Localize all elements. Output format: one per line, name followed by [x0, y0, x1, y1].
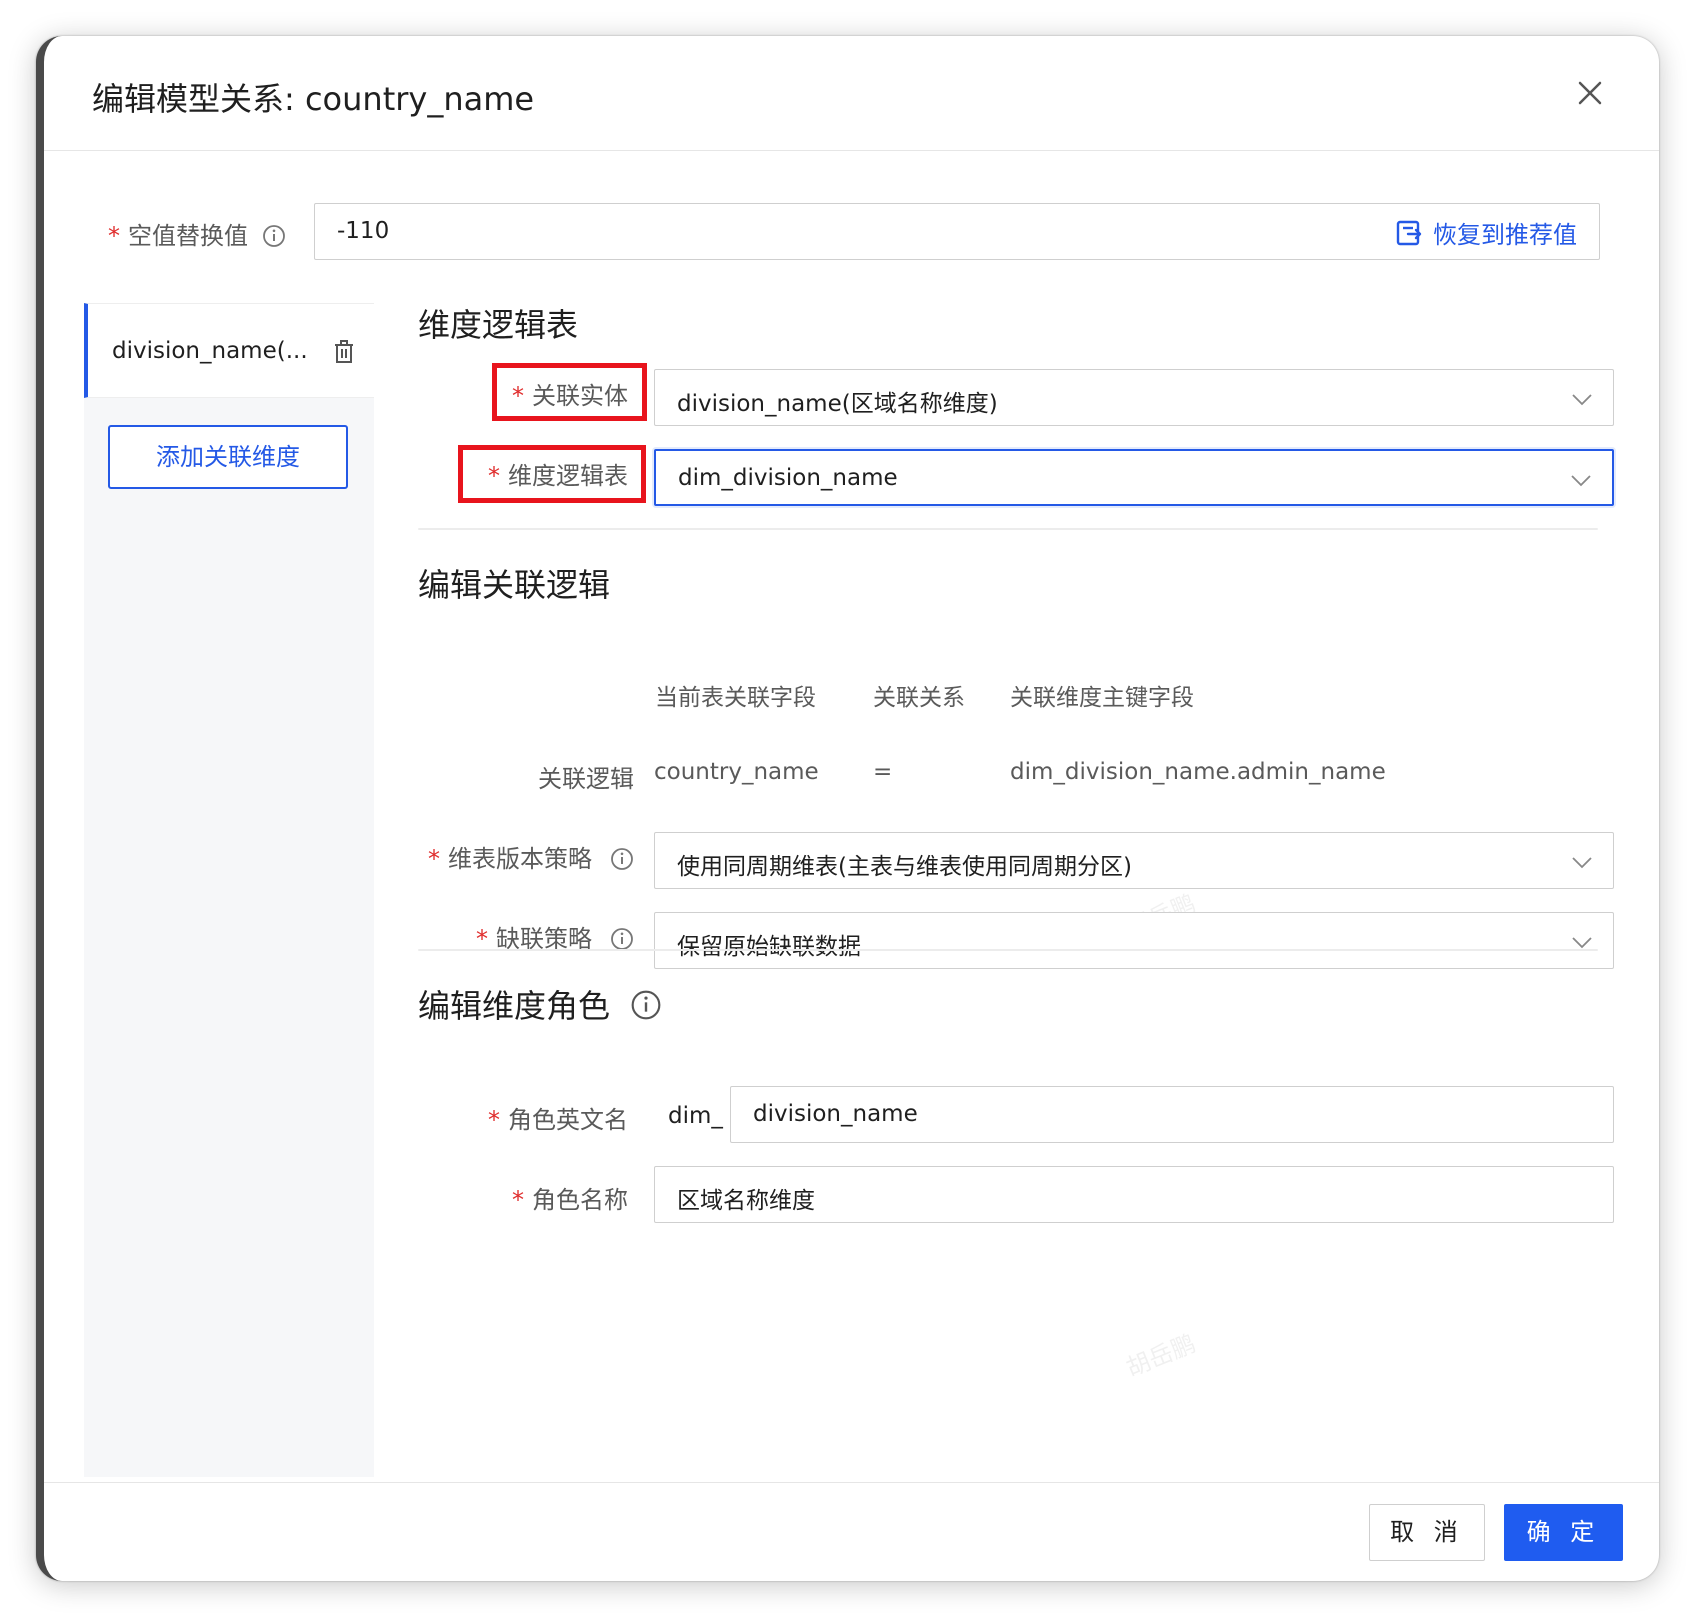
dim-table-label: * 维度逻辑表: [488, 462, 628, 490]
section-title-relation-logic: 编辑关联逻辑: [418, 566, 611, 604]
watermark: 胡岳鹏: [1122, 1329, 1200, 1383]
restore-recommended-button[interactable]: 恢复到推荐值: [1395, 215, 1577, 250]
null-replace-value: -110: [337, 218, 390, 244]
null-replace-label: * 空值替换值: [108, 216, 286, 251]
role-en-name-value: division_name: [753, 1101, 918, 1127]
dialog-header: 编辑模型关系: country_name: [44, 36, 1659, 151]
version-strategy-value: 使用同周期维表(主表与维表使用同周期分区): [677, 854, 1132, 880]
edit-model-relation-dialog: 胡岳鹏 胡岳鹏 胡岳鹏 胡岳鹏 胡岳鹏 编辑模型关系: country_name…: [36, 36, 1659, 1581]
role-en-name-prefix: dim_: [668, 1103, 723, 1129]
dialog-title: 编辑模型关系: country_name: [92, 80, 535, 118]
role-name-input[interactable]: 区域名称维度: [654, 1166, 1614, 1223]
relation-logic-label: 关联逻辑: [538, 765, 634, 793]
dim-table-select[interactable]: dim_division_name: [654, 449, 1614, 506]
role-name-value: 区域名称维度: [677, 1188, 815, 1214]
missing-strategy-select[interactable]: 保留原始缺联数据: [654, 912, 1614, 969]
info-icon[interactable]: [610, 927, 634, 951]
role-name-label: * 角色名称: [512, 1186, 628, 1214]
dialog-footer: 取 消 确 定: [44, 1482, 1659, 1581]
relation-value: =: [873, 759, 893, 785]
dim-table-select-value: dim_division_name: [678, 465, 898, 491]
version-strategy-label: * 维表版本策略: [428, 839, 634, 874]
dim-key-field-value: dim_division_name.admin_name: [1010, 759, 1386, 785]
confirm-button[interactable]: 确 定: [1504, 1504, 1623, 1561]
null-replace-input[interactable]: -110 恢复到推荐值: [314, 203, 1600, 260]
chevron-down-icon: [1572, 394, 1592, 406]
version-strategy-select[interactable]: 使用同周期维表(主表与维表使用同周期分区): [654, 832, 1614, 889]
missing-strategy-value: 保留原始缺联数据: [677, 934, 861, 960]
role-en-name-input[interactable]: division_name: [730, 1086, 1614, 1143]
info-icon[interactable]: [262, 224, 286, 248]
current-field-value: country_name: [654, 759, 819, 785]
role-en-name-label: * 角色英文名: [488, 1106, 628, 1134]
cancel-button[interactable]: 取 消: [1369, 1504, 1485, 1561]
close-icon[interactable]: [1573, 76, 1607, 110]
dimension-sidebar: division_name(... 添加关联维度: [84, 303, 374, 1477]
column-header-dim-key: 关联维度主键字段: [1010, 685, 1194, 711]
section-divider: [418, 949, 1598, 951]
entity-select[interactable]: division_name(区域名称维度): [654, 369, 1614, 426]
info-icon[interactable]: [610, 847, 634, 871]
column-header-current-field: 当前表关联字段: [655, 685, 816, 711]
trash-icon[interactable]: [333, 340, 355, 364]
chevron-down-icon: [1571, 475, 1591, 487]
info-icon[interactable]: [630, 989, 662, 1021]
restore-label: 恢复到推荐值: [1433, 221, 1577, 249]
add-dimension-button[interactable]: 添加关联维度: [108, 425, 348, 489]
section-title-dim-role: 编辑维度角色: [418, 981, 662, 1027]
sidebar-item-label: division_name(...: [112, 338, 308, 364]
column-header-relation: 关联关系: [873, 685, 965, 711]
section-title-dim-table: 维度逻辑表: [418, 306, 579, 344]
chevron-down-icon: [1572, 857, 1592, 869]
entity-label: * 关联实体: [512, 382, 628, 410]
restore-icon: [1396, 220, 1422, 245]
sidebar-item-division-name[interactable]: division_name(...: [84, 303, 374, 398]
entity-select-value: division_name(区域名称维度): [677, 391, 998, 417]
section-divider: [418, 528, 1598, 530]
required-mark: *: [108, 222, 120, 250]
